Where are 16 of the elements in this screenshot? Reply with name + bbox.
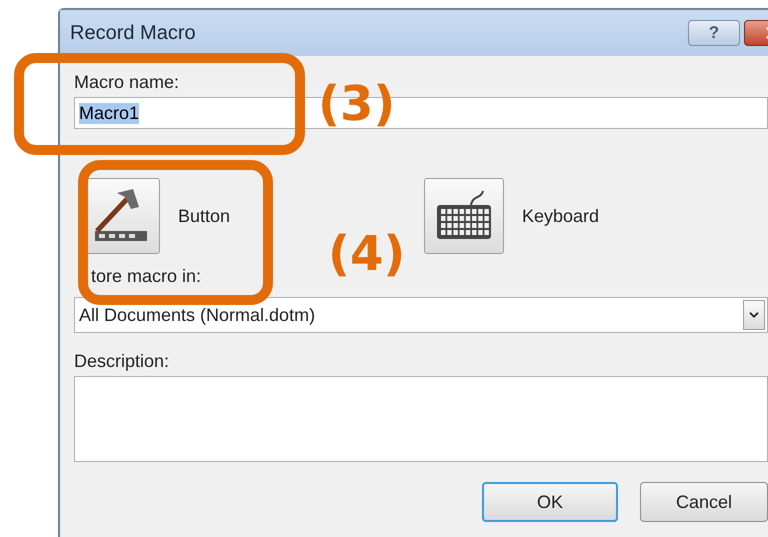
callout-number: (4) [328,226,406,282]
cancel-button[interactable]: Cancel [640,482,768,522]
dropdown-arrow-button[interactable] [743,300,765,330]
help-button[interactable]: ? [688,20,740,46]
dropdown-value: All Documents (Normal.dotm) [79,304,316,326]
window-title: Record Macro [70,22,197,44]
ok-button[interactable]: OK [482,482,618,522]
option-label: Keyboard [522,206,600,226]
store-macro-dropdown[interactable]: All Documents (Normal.dotm) [74,297,768,333]
keyboard-button[interactable] [424,178,504,254]
macro-name-label: Macro name: [74,72,180,93]
store-macro-label: tore macro in: [90,266,202,287]
option-label: Button [178,206,230,226]
description-label: Description: [74,351,170,372]
description-field[interactable] [74,376,768,462]
macro-name-value: Macro1 [79,102,140,124]
